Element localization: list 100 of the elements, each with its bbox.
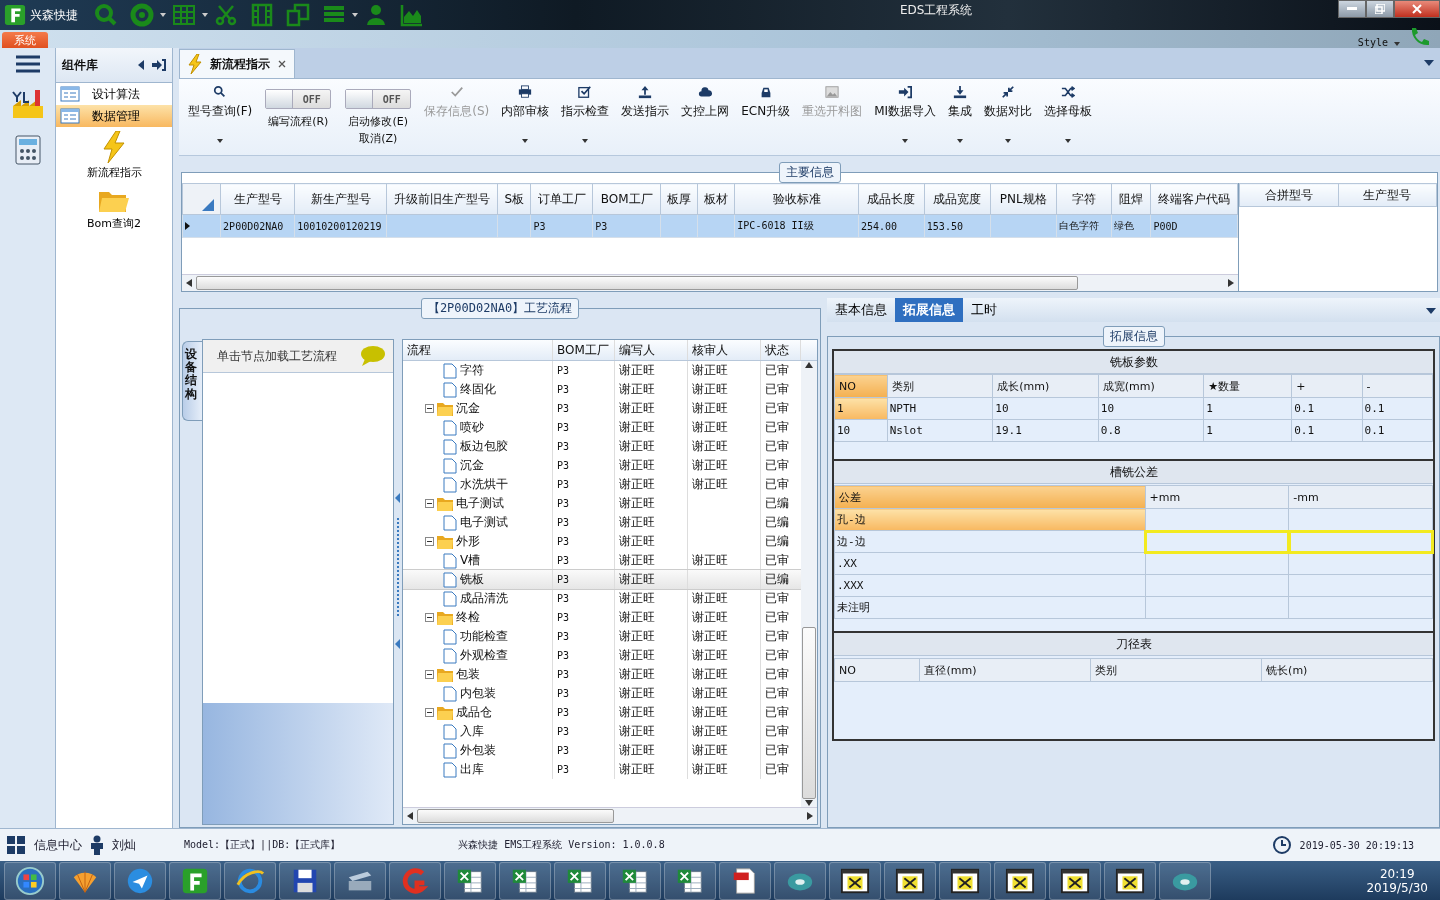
taskbar-button[interactable] bbox=[994, 862, 1046, 900]
tree-row[interactable]: 终固化 P3 谢正旺 谢正旺 已审 bbox=[403, 380, 801, 399]
scroll-bar[interactable] bbox=[182, 274, 1238, 291]
toolbar-button[interactable]: 文控上网 bbox=[678, 83, 733, 145]
column-header[interactable]: +mm bbox=[1145, 485, 1289, 509]
taskbar-button[interactable] bbox=[444, 862, 496, 900]
tree-row[interactable]: 板边包胶 P3 谢正旺 谢正旺 已审 bbox=[403, 437, 801, 456]
taskbar-button[interactable] bbox=[939, 862, 991, 900]
toolbar-button[interactable]: 发送指示 bbox=[618, 83, 673, 145]
column-header[interactable]: 阻焊 bbox=[1111, 183, 1151, 215]
column-header[interactable]: 终端客户代码 bbox=[1150, 183, 1238, 215]
taskbar-button[interactable] bbox=[169, 862, 221, 900]
maximize-button[interactable] bbox=[1366, 0, 1394, 18]
toggle-switch[interactable]: OFF bbox=[345, 89, 412, 109]
taskbar-button[interactable] bbox=[114, 862, 166, 900]
scroll-arrow-icon[interactable] bbox=[1227, 279, 1235, 287]
column-header[interactable]: NO bbox=[834, 374, 888, 398]
column-header[interactable]: NO bbox=[834, 658, 920, 682]
tree-row[interactable]: 外形 P3 谢正旺 已编 bbox=[403, 532, 801, 551]
menu-icon[interactable] bbox=[15, 54, 40, 74]
caret-icon[interactable] bbox=[1065, 139, 1072, 143]
collapse-icon[interactable] bbox=[425, 499, 434, 508]
column-header[interactable]: S板 bbox=[497, 183, 531, 215]
tree-row[interactable]: 出库 P3 谢正旺 谢正旺 已审 bbox=[403, 760, 801, 779]
column-header[interactable]: 新生产型号 bbox=[294, 183, 387, 215]
toolbar-button[interactable]: 集成 bbox=[945, 83, 976, 145]
column-header[interactable]: BOM工厂 bbox=[592, 183, 661, 215]
column-header[interactable]: 成宽(mm) bbox=[1098, 374, 1204, 398]
dropdown-icon[interactable] bbox=[1424, 60, 1434, 66]
factory-icon[interactable] bbox=[10, 88, 45, 120]
toggle-switch[interactable]: OFF bbox=[265, 89, 332, 109]
caret-icon[interactable] bbox=[582, 139, 589, 143]
tool-item[interactable]: 新流程指示 bbox=[56, 127, 172, 184]
column-header[interactable]: 直径(mm) bbox=[919, 658, 1091, 682]
person-icon[interactable] bbox=[364, 3, 388, 27]
chart-icon[interactable] bbox=[400, 3, 424, 27]
taskbar-button[interactable] bbox=[664, 862, 716, 900]
column-header[interactable]: 板材 bbox=[697, 183, 735, 215]
scroll-arrow-icon[interactable] bbox=[406, 812, 414, 820]
tree-row[interactable]: 入库 P3 谢正旺 谢正旺 已审 bbox=[403, 722, 801, 741]
tree-row[interactable]: 沉金 P3 谢正旺 谢正旺 已审 bbox=[403, 399, 801, 418]
tree-row[interactable]: 功能检查 P3 谢正旺 谢正旺 已审 bbox=[403, 627, 801, 646]
taskbar-button[interactable] bbox=[1049, 862, 1101, 900]
tree-row[interactable]: 铣板 P3 谢正旺 已编 bbox=[403, 570, 801, 589]
collapse-icon[interactable] bbox=[425, 670, 434, 679]
scroll-bar[interactable] bbox=[403, 807, 817, 824]
column-header[interactable]: + bbox=[1291, 374, 1363, 398]
grid-icon[interactable] bbox=[172, 3, 196, 27]
column-header[interactable]: 升级前旧生产型号 bbox=[386, 183, 498, 215]
column-header[interactable]: 核审人 bbox=[688, 340, 761, 360]
tree-row[interactable]: 外包装 P3 谢正旺 谢正旺 已审 bbox=[403, 741, 801, 760]
tool-item[interactable]: Bom查询2 bbox=[56, 184, 172, 235]
style-menu[interactable]: Style bbox=[1357, 37, 1400, 48]
tab[interactable]: 工时 bbox=[963, 298, 1005, 322]
sidebar-item[interactable]: 数据管理 bbox=[56, 105, 172, 127]
column-header[interactable]: -mm bbox=[1288, 485, 1433, 509]
toolbar-button[interactable]: 型号查询(F) bbox=[185, 83, 256, 145]
column-header[interactable]: 成长(mm) bbox=[992, 374, 1099, 398]
triangle-left-icon[interactable] bbox=[138, 60, 144, 70]
column-header[interactable]: 字符 bbox=[1056, 183, 1112, 215]
caret-icon[interactable] bbox=[902, 139, 909, 143]
column-header[interactable]: ★数量 bbox=[1203, 374, 1292, 398]
taskbar-button[interactable] bbox=[884, 862, 936, 900]
caret-icon[interactable] bbox=[160, 13, 166, 17]
caret-icon[interactable] bbox=[522, 139, 529, 143]
column-header[interactable]: 编写人 bbox=[615, 340, 688, 360]
tree-row[interactable]: 成品清洗 P3 谢正旺 谢正旺 已审 bbox=[403, 589, 801, 608]
column-header[interactable]: 流程 bbox=[403, 340, 553, 360]
column-header[interactable]: 生产型号 bbox=[220, 183, 295, 215]
column-header[interactable]: 板厚 bbox=[660, 183, 698, 215]
taskbar-button[interactable] bbox=[829, 862, 881, 900]
document-tab[interactable]: 新流程指示 bbox=[179, 49, 295, 78]
film-icon[interactable] bbox=[250, 3, 274, 27]
taskbar-button[interactable] bbox=[609, 862, 661, 900]
column-header[interactable]: 铣长(m) bbox=[1261, 658, 1433, 682]
calculator-icon[interactable] bbox=[12, 134, 43, 166]
column-header[interactable]: 合拼型号 bbox=[1239, 183, 1338, 207]
column-header[interactable]: 公差 bbox=[834, 485, 1145, 509]
tiles-icon[interactable] bbox=[6, 835, 26, 855]
close-button[interactable] bbox=[1394, 0, 1440, 18]
collapse-icon[interactable] bbox=[425, 404, 434, 413]
column-header[interactable]: 订单工厂 bbox=[530, 183, 593, 215]
column-header[interactable]: BOM工厂 bbox=[553, 340, 615, 360]
scissors-icon[interactable] bbox=[214, 3, 238, 27]
tree-row[interactable]: 沉金 P3 谢正旺 谢正旺 已审 bbox=[403, 456, 801, 475]
tab[interactable]: 拓展信息 bbox=[895, 298, 963, 322]
tree-row[interactable]: 电子测试 P3 谢正旺 已编 bbox=[403, 494, 801, 513]
collapse-icon[interactable] bbox=[425, 537, 434, 546]
tree-row[interactable]: 喷砂 P3 谢正旺 谢正旺 已审 bbox=[403, 418, 801, 437]
column-header[interactable]: 状态 bbox=[761, 340, 801, 360]
toolbar-button[interactable]: 选择母板 bbox=[1041, 83, 1096, 145]
copy-icon[interactable] bbox=[286, 3, 310, 27]
tab[interactable]: 基本信息 bbox=[827, 298, 895, 322]
column-header[interactable]: - bbox=[1362, 374, 1433, 398]
column-header[interactable]: 成品宽度 bbox=[924, 183, 991, 215]
sign-in-icon[interactable] bbox=[152, 59, 166, 71]
tree-row[interactable]: 字符 P3 谢正旺 谢正旺 已审 bbox=[403, 361, 801, 380]
collapse-icon[interactable] bbox=[425, 708, 434, 717]
column-header[interactable]: 类别 bbox=[1090, 658, 1262, 682]
tree-row[interactable]: 包装 P3 谢正旺 谢正旺 已审 bbox=[403, 665, 801, 684]
